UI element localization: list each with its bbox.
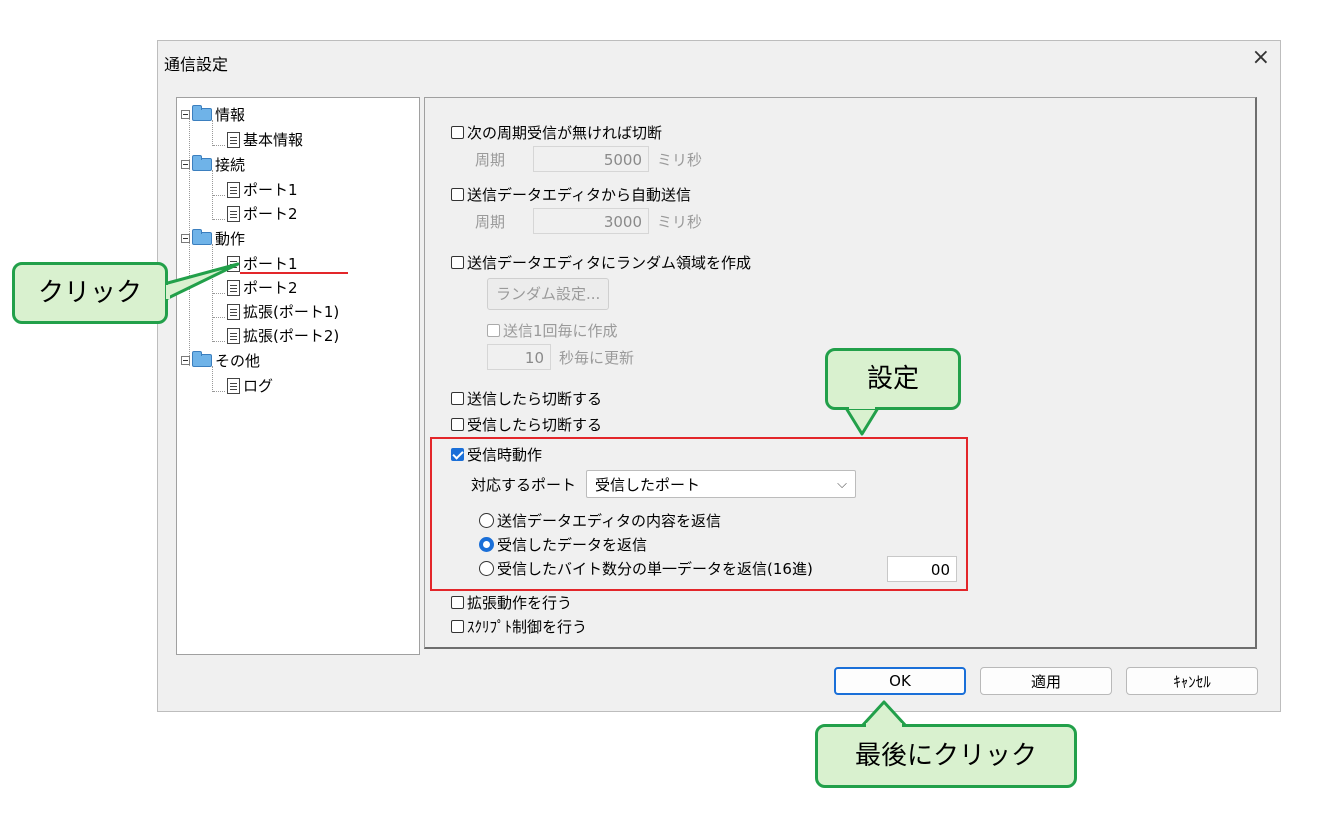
dialog-title: 通信設定: [164, 55, 229, 74]
settings-tree: 情報 基本情報 接続 ポート1 ポート2 動作 ポート1 ポート2 拡張(ポート…: [176, 97, 420, 655]
document-icon: [227, 279, 240, 296]
script-control-option[interactable]: ｽｸﾘﾌﾟﾄ制御を行う: [451, 616, 587, 637]
document-icon: [227, 181, 240, 198]
extended-action-checkbox[interactable]: [451, 596, 464, 609]
close-icon[interactable]: ×: [1252, 45, 1270, 70]
setting-callout: 設定: [825, 348, 961, 410]
disconnect-after-recv-checkbox[interactable]: [451, 418, 464, 431]
periodic-period-field[interactable]: 5000: [533, 146, 649, 172]
random-per-send-option[interactable]: 送信1回毎に作成: [487, 320, 618, 341]
click-callout: クリック: [12, 262, 168, 324]
periodic-period-row: 周期 5000 ミリ秒: [475, 146, 702, 172]
document-icon: [227, 205, 240, 222]
apply-button[interactable]: 適用: [980, 667, 1112, 695]
folder-open-icon: [192, 105, 212, 121]
periodic-disconnect-option[interactable]: 次の周期受信が無ければ切断: [451, 122, 662, 143]
tree-item-action[interactable]: 動作: [181, 228, 245, 249]
random-per-send-checkbox[interactable]: [487, 324, 500, 337]
random-settings-button[interactable]: ランダム設定...: [487, 278, 610, 310]
collapse-icon[interactable]: [181, 160, 190, 169]
auto-send-option[interactable]: 送信データエディタから自動送信: [451, 184, 691, 205]
auto-send-period-row: 周期 3000 ミリ秒: [475, 208, 702, 234]
tree-item-other[interactable]: その他: [181, 350, 260, 371]
document-icon: [227, 377, 240, 394]
document-icon: [227, 303, 240, 320]
collapse-icon[interactable]: [181, 110, 190, 119]
document-icon: [227, 255, 240, 272]
tree-item-action-port1[interactable]: ポート1: [227, 253, 298, 274]
random-interval-row: 10 秒毎に更新: [487, 344, 634, 370]
settings-dialog: 通信設定 × 情報 基本情報 接続 ポート1 ポート2 動作 ポート1 ポート2…: [157, 40, 1281, 712]
cancel-button[interactable]: ｷｬﾝｾﾙ: [1126, 667, 1258, 695]
collapse-icon[interactable]: [181, 234, 190, 243]
port1-underline: [240, 272, 348, 274]
tree-item-info[interactable]: 情報: [181, 104, 245, 125]
tree-item-extend-port1[interactable]: 拡張(ポート1): [227, 301, 339, 322]
auto-send-period-field[interactable]: 3000: [533, 208, 649, 234]
recv-action-highlight: [430, 437, 968, 591]
random-area-checkbox[interactable]: [451, 256, 464, 269]
tree-item-basic-info[interactable]: 基本情報: [227, 129, 303, 150]
tree-item-extend-port2[interactable]: 拡張(ポート2): [227, 325, 339, 346]
collapse-icon[interactable]: [181, 356, 190, 365]
tree-item-action-port2[interactable]: ポート2: [227, 277, 298, 298]
extended-action-option[interactable]: 拡張動作を行う: [451, 592, 572, 613]
folder-open-icon: [192, 351, 212, 367]
random-area-option[interactable]: 送信データエディタにランダム領域を作成: [451, 252, 751, 273]
folder-open-icon: [192, 229, 212, 245]
final-click-callout: 最後にクリック: [815, 724, 1077, 788]
tree-item-connection[interactable]: 接続: [181, 154, 245, 175]
document-icon: [227, 131, 240, 148]
script-control-checkbox[interactable]: [451, 620, 464, 633]
disconnect-after-send-checkbox[interactable]: [451, 392, 464, 405]
auto-send-checkbox[interactable]: [451, 188, 464, 201]
tree-item-connection-port1[interactable]: ポート1: [227, 179, 298, 200]
tree-item-log[interactable]: ログ: [227, 375, 273, 396]
document-icon: [227, 327, 240, 344]
folder-open-icon: [192, 155, 212, 171]
title-bar: 通信設定 ×: [158, 41, 1280, 81]
tree-item-connection-port2[interactable]: ポート2: [227, 203, 298, 224]
periodic-disconnect-checkbox[interactable]: [451, 126, 464, 139]
disconnect-after-send-option[interactable]: 送信したら切断する: [451, 388, 602, 409]
disconnect-after-recv-option[interactable]: 受信したら切断する: [451, 414, 602, 435]
random-interval-field[interactable]: 10: [487, 344, 551, 370]
ok-button[interactable]: OK: [834, 667, 966, 695]
